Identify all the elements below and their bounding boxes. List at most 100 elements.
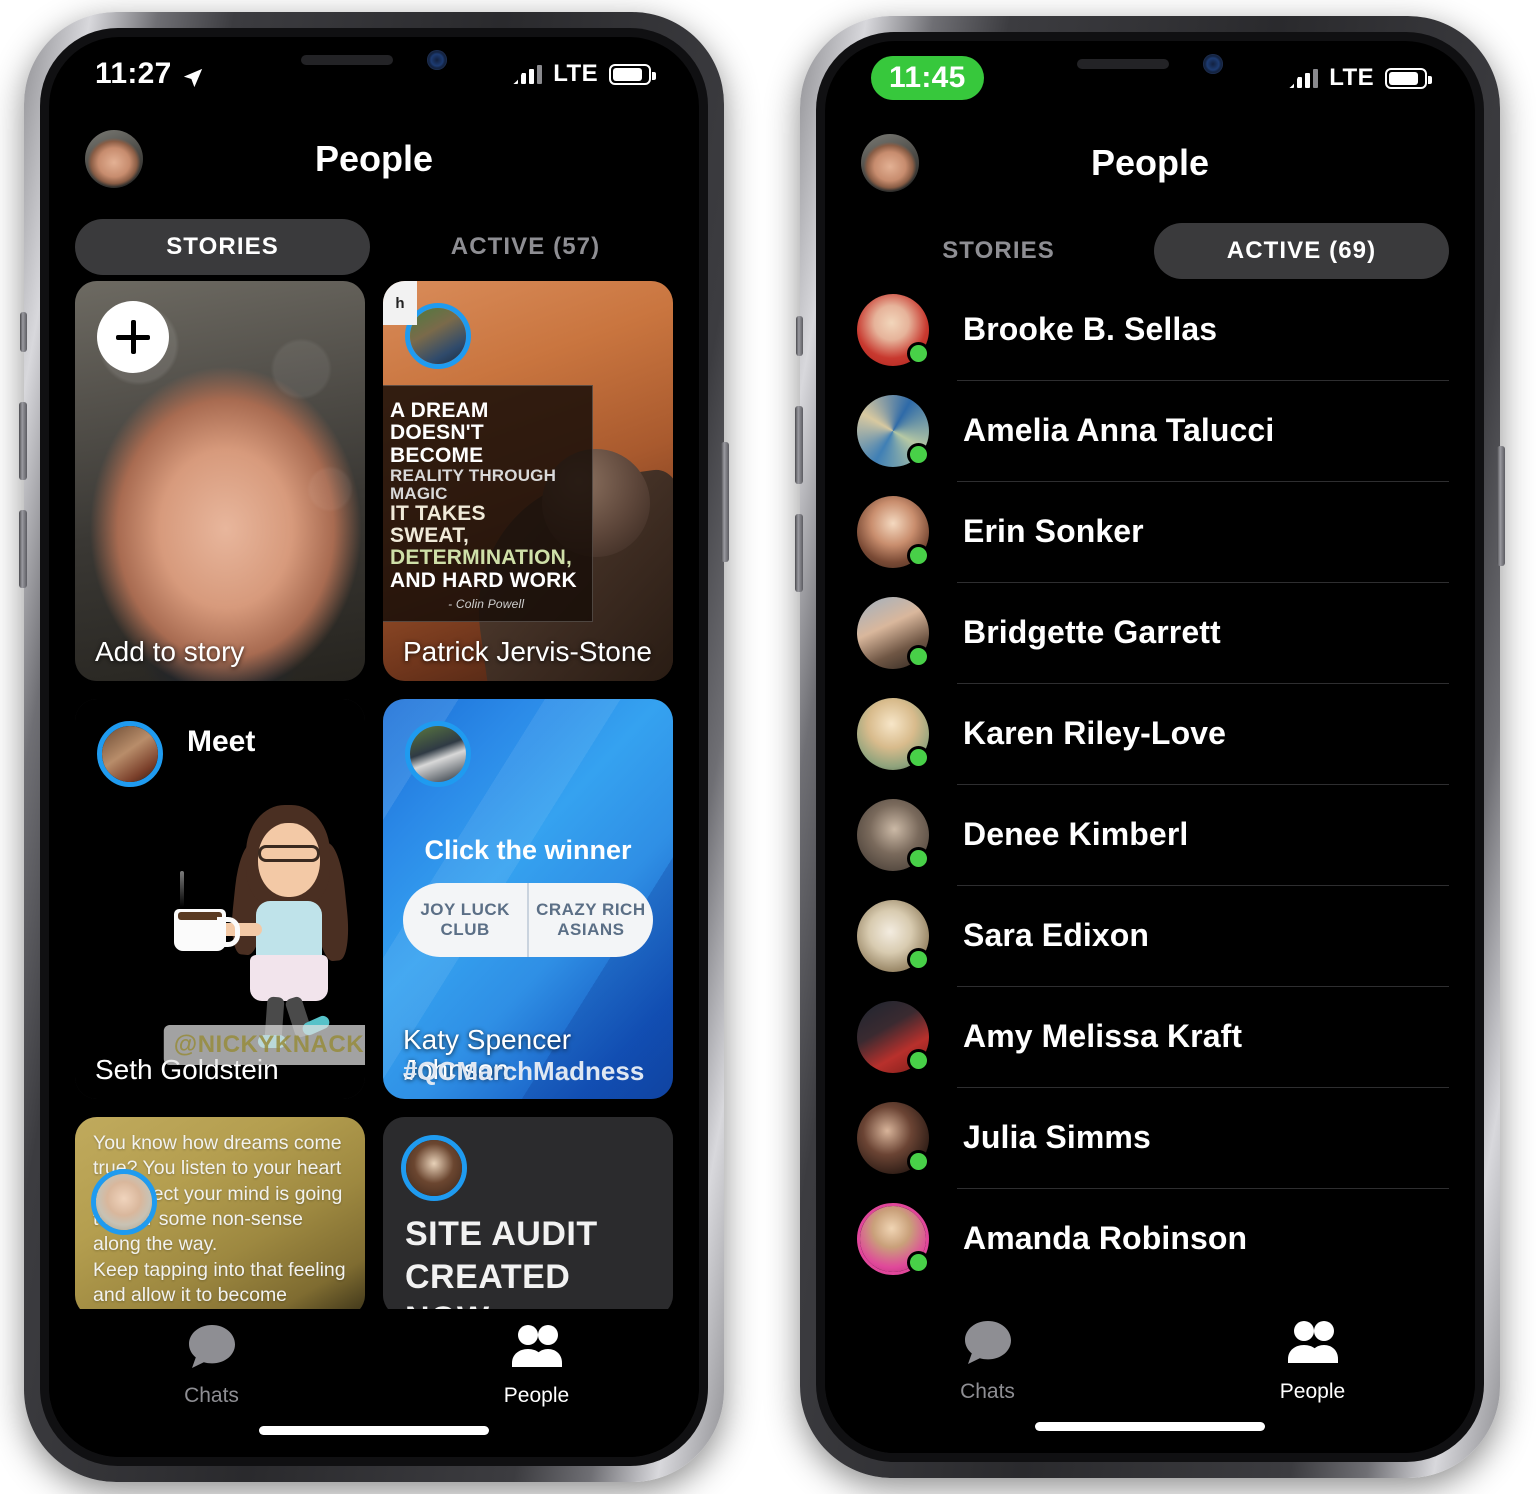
tab-label: Chats bbox=[184, 1384, 239, 1407]
story-card-katy[interactable]: Click the winner JOY LUCK CLUB CRAZY RIC… bbox=[383, 699, 673, 1099]
source-tag: h bbox=[383, 281, 417, 325]
volume-up-button[interactable] bbox=[19, 402, 27, 480]
avatar[interactable] bbox=[857, 394, 930, 467]
people-icon bbox=[508, 1323, 566, 1376]
avatar[interactable] bbox=[857, 1202, 930, 1275]
power-button[interactable] bbox=[721, 442, 729, 562]
person-name: Sara Edixon bbox=[963, 917, 1150, 953]
avatar[interactable] bbox=[857, 697, 930, 770]
story-card-label: Add to story bbox=[95, 635, 245, 667]
person-name: Karen Riley-Love bbox=[963, 715, 1227, 751]
notch bbox=[224, 37, 524, 89]
status-time: 11:45 bbox=[889, 61, 966, 94]
avatar-image bbox=[85, 130, 143, 188]
profile-avatar-button[interactable] bbox=[85, 130, 143, 188]
earpiece-speaker-icon bbox=[301, 55, 393, 65]
story-author-avatar[interactable] bbox=[405, 721, 471, 787]
avatar[interactable] bbox=[857, 596, 930, 669]
story-card-patrick[interactable]: h A DREAM DOESN'T BECOME REALITY THROUGH… bbox=[383, 281, 673, 681]
list-item[interactable]: Brooke B. Sellas bbox=[825, 279, 1475, 380]
battery-icon bbox=[609, 63, 656, 85]
front-camera-icon bbox=[427, 50, 447, 70]
tab-active[interactable]: ACTIVE (57) bbox=[378, 219, 673, 275]
screenshot-stage: 11:27 LTE People STORIES ACTIVE (57) Add… bbox=[0, 0, 1536, 1494]
home-indicator[interactable] bbox=[1035, 1422, 1265, 1431]
quote-line-6: DETERMINATION, bbox=[390, 546, 573, 570]
online-status-dot bbox=[907, 644, 930, 668]
add-story-plus-icon[interactable] bbox=[97, 301, 169, 373]
power-button[interactable] bbox=[1497, 446, 1505, 566]
person-name: Bridgette Garrett bbox=[963, 614, 1221, 650]
story-card-site-audit[interactable]: SITE AUDIT CREATED NOW bbox=[383, 1117, 673, 1309]
mute-switch[interactable] bbox=[20, 312, 27, 352]
active-people-list[interactable]: Brooke B. Sellas Amelia Anna Talucci Eri… bbox=[825, 279, 1475, 1305]
segmented-control: STORIES ACTIVE (57) bbox=[49, 207, 699, 291]
story-card-add-to-story[interactable]: Add to story bbox=[75, 281, 365, 681]
bottom-tab-bar: Chats People bbox=[49, 1309, 699, 1457]
person-name: Amy Melissa Kraft bbox=[963, 1018, 1243, 1054]
tab-active[interactable]: ACTIVE (69) bbox=[1154, 223, 1449, 279]
story-author-avatar[interactable] bbox=[401, 1135, 467, 1201]
story-text-content: SITE AUDIT CREATED NOW bbox=[405, 1215, 598, 1309]
list-item[interactable]: Amelia Anna Talucci bbox=[825, 380, 1475, 481]
story-author-avatar[interactable] bbox=[97, 721, 163, 787]
avatar[interactable] bbox=[857, 495, 930, 568]
quote-line-7: AND HARD WORK bbox=[390, 568, 577, 592]
front-camera-icon bbox=[1203, 54, 1223, 74]
avatar[interactable] bbox=[857, 899, 930, 972]
online-status-dot bbox=[907, 1048, 930, 1072]
poll-option-1[interactable]: JOY LUCK CLUB bbox=[403, 883, 527, 957]
person-name: Erin Sonker bbox=[963, 513, 1144, 549]
mute-switch[interactable] bbox=[796, 316, 803, 356]
location-arrow-icon bbox=[182, 63, 204, 88]
quote-line-4: IT TAKES bbox=[390, 501, 486, 525]
list-item[interactable]: Amanda Robinson bbox=[825, 1188, 1475, 1289]
home-indicator[interactable] bbox=[259, 1426, 489, 1435]
page-title: People bbox=[314, 138, 434, 179]
tab-chats[interactable]: Chats bbox=[825, 1319, 1150, 1404]
tab-chats[interactable]: Chats bbox=[49, 1323, 374, 1408]
poll-option-2[interactable]: CRAZY RICH ASIANS bbox=[527, 883, 653, 957]
story-card-seth[interactable]: Meet @NICKYKNACKS Seth Goldstein bbox=[75, 699, 365, 1099]
screen-left: 11:27 LTE People STORIES ACTIVE (57) Add… bbox=[49, 37, 699, 1457]
list-item[interactable]: Sara Edixon bbox=[825, 885, 1475, 986]
avatar-image bbox=[406, 1140, 462, 1196]
tab-stories[interactable]: STORIES bbox=[75, 219, 370, 275]
avatar-image bbox=[410, 726, 466, 782]
battery-icon bbox=[1385, 67, 1432, 89]
stories-scroll-area[interactable]: Add to story h A DREAM DOESN'T BECOME RE… bbox=[49, 281, 699, 1309]
online-status-dot bbox=[907, 745, 930, 769]
profile-avatar-button[interactable] bbox=[861, 134, 919, 192]
status-time: 11:27 bbox=[95, 57, 172, 90]
people-icon bbox=[1284, 1319, 1342, 1372]
avatar[interactable] bbox=[857, 293, 930, 366]
bitmoji-illustration bbox=[173, 805, 352, 1048]
volume-up-button[interactable] bbox=[795, 406, 803, 484]
quote-attribution: - Colin Powell bbox=[448, 596, 525, 611]
volume-down-button[interactable] bbox=[795, 514, 803, 592]
stories-grid: Add to story h A DREAM DOESN'T BECOME RE… bbox=[49, 281, 699, 1309]
person-name: Amelia Anna Talucci bbox=[963, 412, 1275, 448]
status-indicators: LTE bbox=[513, 60, 656, 88]
avatar[interactable] bbox=[857, 798, 930, 871]
bottom-tab-bar: Chats People bbox=[825, 1305, 1475, 1453]
tab-people[interactable]: People bbox=[1150, 1319, 1475, 1404]
page-title: People bbox=[1090, 142, 1210, 183]
quote-line-1: A DREAM bbox=[390, 399, 489, 422]
list-item[interactable]: Karen Riley-Love bbox=[825, 683, 1475, 784]
nav-bar: People bbox=[825, 115, 1475, 211]
avatar[interactable] bbox=[857, 1101, 930, 1174]
list-item[interactable]: Amy Melissa Kraft bbox=[825, 986, 1475, 1087]
list-item[interactable]: Erin Sonker bbox=[825, 481, 1475, 582]
story-author-avatar[interactable] bbox=[91, 1169, 157, 1235]
avatar-image bbox=[96, 1174, 152, 1230]
tab-stories[interactable]: STORIES bbox=[851, 223, 1146, 279]
poll-options[interactable]: JOY LUCK CLUB CRAZY RICH ASIANS bbox=[403, 883, 653, 957]
tab-people[interactable]: People bbox=[374, 1323, 699, 1408]
volume-down-button[interactable] bbox=[19, 510, 27, 588]
list-item[interactable]: Bridgette Garrett bbox=[825, 582, 1475, 683]
list-item[interactable]: Denee Kimberl bbox=[825, 784, 1475, 885]
avatar[interactable] bbox=[857, 1000, 930, 1073]
story-card-dreams-text[interactable]: You know how dreams come true? You liste… bbox=[75, 1117, 365, 1309]
list-item[interactable]: Julia Simms bbox=[825, 1087, 1475, 1188]
